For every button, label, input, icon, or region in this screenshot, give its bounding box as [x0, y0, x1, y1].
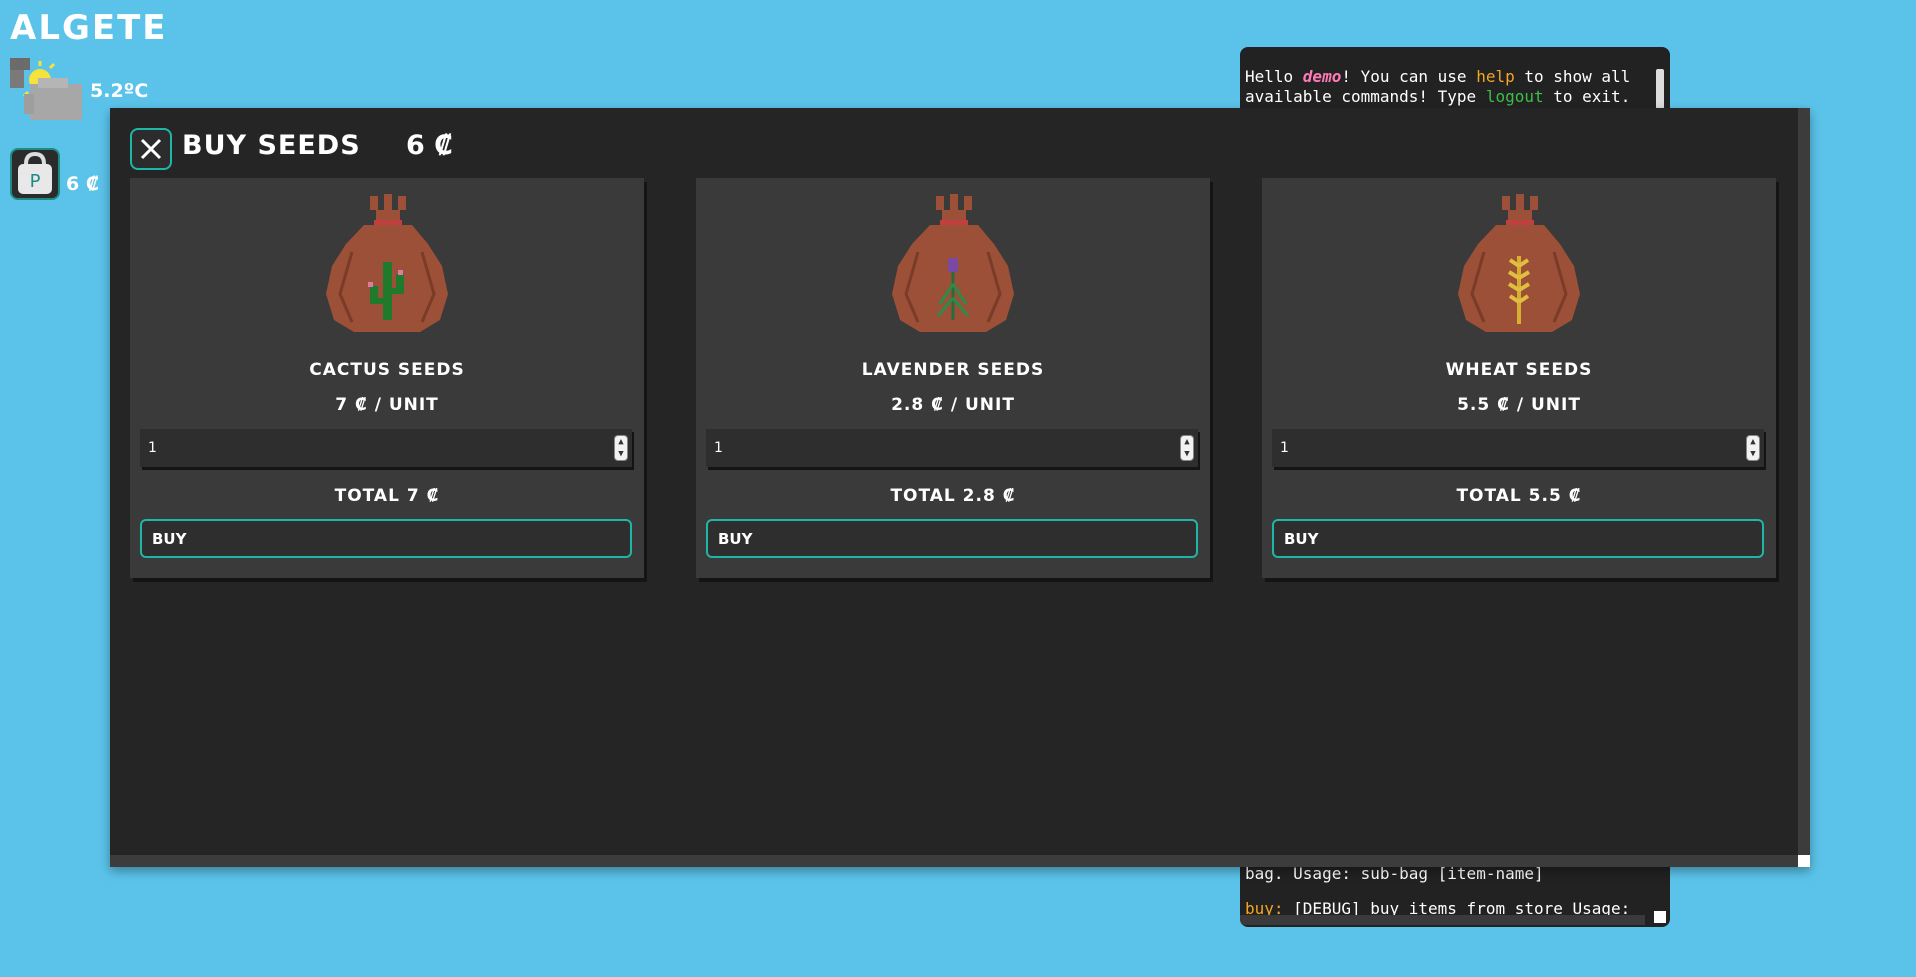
quantity-input[interactable]: 1 ▲ ▼ — [140, 429, 632, 467]
temperature-label: 5.2ºC — [90, 80, 149, 102]
hud-money: 6 ₡ — [66, 173, 100, 195]
seed-total: TOTAL 5.5 ₡ — [1456, 486, 1582, 506]
modal-horizontal-scrollbar[interactable] — [110, 855, 1810, 867]
cactus-seed-bag-icon — [326, 194, 448, 332]
quantity-input[interactable]: 1 ▲ ▼ — [706, 429, 1198, 467]
modal-money: 6 ₡ — [406, 130, 453, 161]
quantity-value: 1 — [1280, 440, 1289, 456]
modal-resize-corner[interactable] — [1798, 855, 1810, 867]
buy-seeds-modal: BUY SEEDS 6 ₡ CACTUS SEEDS 7 ₡ / UNIT 1 … — [110, 108, 1810, 867]
terminal-text: to show all — [1514, 67, 1631, 86]
seed-name: CACTUS SEEDS — [309, 360, 465, 380]
quantity-stepper[interactable]: ▲ ▼ — [1746, 435, 1760, 461]
terminal-text: available commands! Type — [1245, 87, 1486, 106]
terminal-text: ! You can use — [1341, 67, 1477, 86]
terminal-text: to exit. — [1543, 87, 1631, 106]
logout-command: logout — [1485, 87, 1544, 106]
terminal-horizontal-scrollbar[interactable] — [1240, 915, 1645, 925]
seed-card-lavender: LAVENDER SEEDS 2.8 ₡ / UNIT 1 ▲ ▼ TOTAL 2… — [696, 178, 1210, 578]
buy-wheat-button[interactable]: BUY — [1272, 519, 1764, 558]
seed-total: TOTAL 2.8 ₡ — [890, 486, 1016, 506]
quantity-input[interactable]: 1 ▲ ▼ — [1272, 429, 1764, 467]
terminal-username: demo — [1302, 67, 1342, 86]
terminal-scrollbar[interactable] — [1656, 69, 1664, 109]
seed-name: LAVENDER SEEDS — [861, 360, 1045, 380]
city-name: ALGETE — [10, 8, 168, 48]
quantity-value: 1 — [148, 440, 157, 456]
close-icon — [140, 138, 162, 160]
bag-icon: P — [18, 151, 52, 194]
seed-total: TOTAL 7 ₡ — [334, 486, 440, 506]
seed-price: 7 ₡ / UNIT — [335, 395, 439, 415]
bag-letter: P — [30, 171, 41, 192]
close-button[interactable] — [130, 128, 172, 170]
bag-button[interactable]: P — [10, 148, 60, 200]
modal-title: BUY SEEDS — [182, 130, 361, 161]
quantity-stepper[interactable]: ▲ ▼ — [614, 435, 628, 461]
terminal-subbag-line: bag. Usage: sub-bag [item-name] — [1245, 864, 1544, 883]
terminal-commands-line: available commands! Type logout to exit. — [1245, 87, 1630, 107]
seed-price: 2.8 ₡ / UNIT — [891, 395, 1015, 415]
seed-name: WHEAT SEEDS — [1445, 360, 1593, 380]
wheat-seed-bag-icon — [1458, 194, 1580, 332]
buy-cactus-button[interactable]: BUY — [140, 519, 632, 558]
partly-cloudy-weather-icon — [10, 58, 82, 120]
seed-card-wheat: WHEAT SEEDS 5.5 ₡ / UNIT 1 ▲ ▼ TOTAL 5.5 … — [1262, 178, 1776, 578]
seed-price: 5.5 ₡ / UNIT — [1457, 395, 1581, 415]
quantity-stepper[interactable]: ▲ ▼ — [1180, 435, 1194, 461]
terminal-resize-corner[interactable] — [1654, 911, 1666, 923]
quantity-value: 1 — [714, 440, 723, 456]
help-command: help — [1476, 67, 1515, 86]
seed-card-cactus: CACTUS SEEDS 7 ₡ / UNIT 1 ▲ ▼ TOTAL 7 ₡ B… — [130, 178, 644, 578]
terminal-text: Hello — [1245, 67, 1303, 86]
buy-lavender-button[interactable]: BUY — [706, 519, 1198, 558]
terminal-welcome-line: Hello demo! You can use help to show all — [1245, 67, 1630, 87]
lavender-seed-bag-icon — [892, 194, 1014, 332]
modal-vertical-scrollbar[interactable] — [1798, 108, 1810, 867]
